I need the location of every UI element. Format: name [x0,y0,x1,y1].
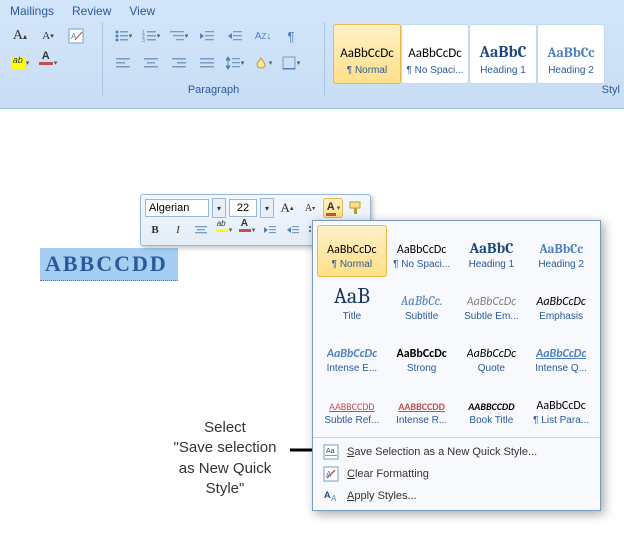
italic-mini[interactable]: I [168,220,188,240]
styles-group-label: Styl [602,84,620,96]
shrink-font-button[interactable]: A▾ [36,24,60,48]
style-cell-2[interactable]: AaBbCHeading 1 [457,225,527,277]
multilevel-list-button[interactable]: ▾ [167,24,191,48]
sort-button[interactable]: AZ↓ [251,24,275,48]
tab-review[interactable]: Review [72,4,111,18]
style-cell-4[interactable]: AaBTitle [317,277,387,329]
increase-indent-mini[interactable] [283,220,303,240]
shading-button[interactable]: ▾ [251,51,275,75]
paragraph-group-label: Paragraph [103,84,324,96]
svg-text:3: 3 [142,38,145,43]
document-selected-text[interactable]: ABBCCDD [40,248,178,281]
instruction-text: Select "Save selection as New Quick Styl… [160,418,290,499]
format-painter-mini[interactable] [346,198,366,218]
save-selection-new-style[interactable]: Aa Save Selection as a New Quick Style..… [313,441,600,463]
bullets-button[interactable]: ▾ [111,24,135,48]
style-cell-3[interactable]: AaBbCcHeading 2 [526,225,596,277]
shrink-font-mini[interactable]: A▾ [300,198,320,218]
align-left-button[interactable] [111,51,135,75]
style-cell-7[interactable]: AaBbCcDcEmphasis [526,277,596,329]
tab-mailings[interactable]: Mailings [10,4,54,18]
apply-styles-icon: AA [323,488,339,504]
ribbon: Mailings Review View A▴ A▾ A ab▾ A▾ [0,0,624,109]
align-center-button[interactable] [139,51,163,75]
style-cell-11[interactable]: AaBbCcDcIntense Q... [526,329,596,381]
font-size-dropdown[interactable]: ▾ [260,198,274,218]
line-spacing-button[interactable]: ▾ [223,51,247,75]
svg-text:A: A [324,490,331,500]
clear-formatting-icon[interactable]: A [64,24,88,48]
style-cell-1[interactable]: AaBbCcDc¶ No Spaci... [387,225,457,277]
style-cell-6[interactable]: AaBbCcDcSubtle Em... [457,277,527,329]
font-family-dropdown[interactable]: ▾ [212,198,226,218]
tab-view[interactable]: View [129,4,155,18]
style-cell-13[interactable]: AABBCCDDIntense R... [387,381,457,433]
clear-formatting-icon: A [323,466,339,482]
apply-styles-item[interactable]: AA Apply Styles... [313,485,600,507]
align-right-button[interactable] [167,51,191,75]
font-family-input[interactable] [145,199,209,217]
increase-indent-button[interactable] [223,24,247,48]
grow-font-button[interactable]: A▴ [8,24,32,48]
highlight-mini[interactable]: ab▾ [214,220,234,240]
styles-grid: AaBbCcDc¶ NormalAaBbCcDc¶ No Spaci...AaB… [313,221,600,437]
save-style-icon: Aa [323,444,339,460]
style-cell-14[interactable]: AABBCCDDBook Title [457,381,527,433]
align-center-mini[interactable] [191,220,211,240]
style-cell-9[interactable]: AaBbCcDcStrong [387,329,457,381]
styles-mini-button[interactable]: A▾ [323,198,343,218]
style-cell-12[interactable]: AABBCCDDSubtle Ref... [317,381,387,433]
style-cell-8[interactable]: AaBbCcDcIntense E... [317,329,387,381]
style-cell-15[interactable]: AaBbCcDc¶ List Para... [526,381,596,433]
svg-text:Aa: Aa [326,448,335,455]
decrease-indent-button[interactable] [195,24,219,48]
clear-formatting-item[interactable]: A Clear Formatting [313,463,600,485]
show-marks-button[interactable]: ¶ [279,24,303,48]
font-color-button[interactable]: A▾ [36,51,60,75]
font-color-mini[interactable]: A▾ [237,220,257,240]
styles-gallery-ribbon[interactable]: AaBbCcDc¶ NormalAaBbCcDc¶ No Spaci...AaB… [333,24,605,82]
ribbon-style-3[interactable]: AaBbCcHeading 2 [537,24,605,84]
justify-button[interactable] [195,51,219,75]
bold-mini[interactable]: B [145,220,165,240]
ribbon-style-2[interactable]: AaBbCHeading 1 [469,24,537,84]
style-cell-0[interactable]: AaBbCcDc¶ Normal [317,225,387,277]
grow-font-mini[interactable]: A▴ [277,198,297,218]
highlight-button[interactable]: ab▾ [8,51,32,75]
svg-text:A: A [326,470,332,479]
font-size-input[interactable] [229,199,257,217]
numbering-button[interactable]: 123▾ [139,24,163,48]
ribbon-style-0[interactable]: AaBbCcDc¶ Normal [333,24,401,84]
svg-text:A: A [71,32,77,41]
ribbon-style-1[interactable]: AaBbCcDc¶ No Spaci... [401,24,469,84]
quick-styles-popup: AaBbCcDc¶ NormalAaBbCcDc¶ No Spaci...AaB… [312,220,601,511]
style-cell-10[interactable]: AaBbCcDcQuote [457,329,527,381]
ribbon-tabs: Mailings Review View [0,0,624,18]
style-cell-5[interactable]: AaBbCc.Subtitle [387,277,457,329]
svg-text:A: A [330,494,336,503]
decrease-indent-mini[interactable] [260,220,280,240]
borders-button[interactable]: ▾ [279,51,303,75]
